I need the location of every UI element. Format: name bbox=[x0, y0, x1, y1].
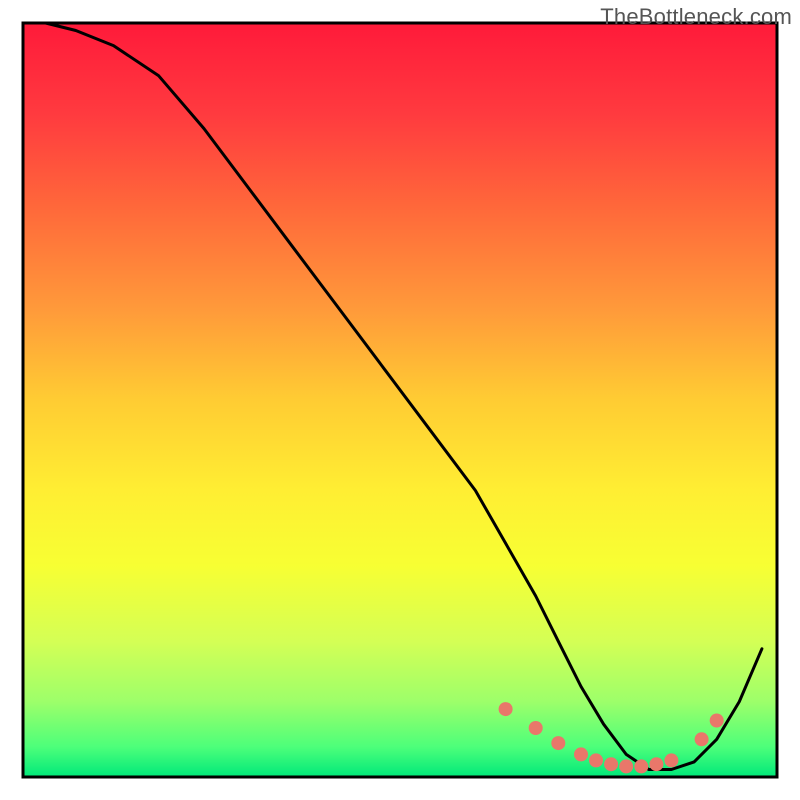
bottleneck-chart bbox=[0, 0, 800, 800]
trough-dot bbox=[574, 747, 588, 761]
trough-dot bbox=[695, 732, 709, 746]
trough-dot bbox=[634, 759, 648, 773]
trough-dot bbox=[604, 757, 618, 771]
trough-dot bbox=[551, 736, 565, 750]
gradient-background bbox=[23, 23, 777, 777]
chart-frame: TheBottleneck.com bbox=[0, 0, 800, 800]
trough-dot bbox=[619, 759, 633, 773]
trough-dot bbox=[499, 702, 513, 716]
watermark-text: TheBottleneck.com bbox=[600, 4, 792, 30]
trough-dot bbox=[529, 721, 543, 735]
trough-dot bbox=[649, 757, 663, 771]
trough-dot bbox=[589, 753, 603, 767]
trough-dot bbox=[664, 753, 678, 767]
trough-dot bbox=[710, 714, 724, 728]
